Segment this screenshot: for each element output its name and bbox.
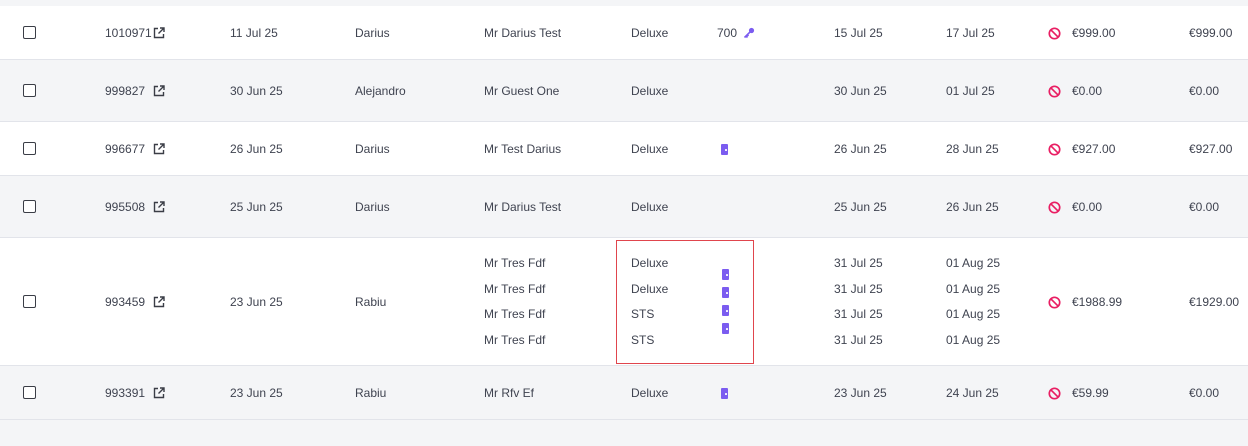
created-date: 30 Jun 25 [230,84,283,98]
guest-name: Mr Darius Test [484,26,562,40]
table-row: 993391 23 Jun 25 Rabiu Mr Rfv Ef Deluxe 23 Ju… [0,366,1248,420]
external-link-icon[interactable] [153,296,165,308]
agent-name: Darius [355,200,390,214]
room-type: Deluxe [631,142,669,156]
booking-id-link[interactable]: 1010971 [105,26,152,40]
agent-name: Alejandro [355,84,406,98]
external-link-icon[interactable] [153,387,165,399]
guest-name: Mr Tres Fdf [484,256,546,270]
booking-id-link[interactable]: 993459 [105,295,145,309]
checkbox[interactable] [23,26,36,39]
no-show-icon [1048,27,1061,40]
guest-name: Mr Darius Test [484,200,562,214]
amount-value: €59.99 [1072,386,1109,400]
booking-id-link[interactable]: 995508 [105,200,145,214]
departure-date: 24 Jun 25 [946,386,999,400]
departure-date: 01 Aug 25 [946,256,1001,270]
arrival-date: 31 Jul 25 [834,307,883,322]
no-show-icon [1048,143,1061,156]
room-type: Deluxe [631,386,669,400]
amount-value: €0.00 [1072,84,1103,98]
amount-value: €999.00 [1072,26,1116,40]
external-link-icon[interactable] [153,143,165,155]
door-icon [721,144,728,155]
arrival-date: 31 Jul 25 [834,256,883,270]
balance-value: €1929.00 [1189,295,1240,309]
no-show-icon [1048,85,1061,98]
room-number: 700 [717,26,738,40]
departure-date: 17 Jul 25 [946,26,995,40]
created-date: 11 Jul 25 [230,26,278,40]
no-show-icon [1048,201,1061,214]
departure-date: 01 Aug 25 [946,307,1001,322]
checkbox[interactable] [23,295,36,308]
created-date: 25 Jun 25 [230,200,283,214]
guest-name: Mr Tres Fdf [484,307,546,322]
guest-name: Mr Rfv Ef [484,386,534,400]
checkbox[interactable] [23,200,36,213]
arrival-date: 15 Jul 25 [834,26,883,40]
booking-id-link[interactable]: 993391 [105,386,145,400]
created-date: 23 Jun 25 [230,295,283,309]
agent-name: Rabiu [355,386,387,400]
table-row: 999827 30 Jun 25 Alejandro Mr Guest One Delu… [0,60,1248,122]
balance-value: €0.00 [1189,386,1220,400]
checkbox[interactable] [23,386,36,399]
created-date: 23 Jun 25 [230,386,283,400]
guest-name: Mr Tres Fdf [484,281,546,296]
rooms-highlight-box [616,240,754,364]
key-icon [743,27,755,39]
external-link-icon[interactable] [153,27,165,39]
checkbox[interactable] [23,84,36,97]
arrival-date: 26 Jun 25 [834,142,887,156]
amount-value: €927.00 [1072,142,1116,156]
checkbox[interactable] [23,142,36,155]
agent-name: Darius [355,142,390,156]
room-type: Deluxe [631,84,669,98]
arrival-date: 23 Jun 25 [834,386,887,400]
no-show-icon [1048,387,1061,400]
arrival-date: 31 Jul 25 [834,281,883,296]
booking-id-link[interactable]: 996677 [105,142,145,156]
guest-name: Mr Test Darius [484,142,562,156]
balance-value: €999.00 [1189,26,1233,40]
agent-name: Darius [355,26,390,40]
booking-id-link[interactable]: 999827 [105,84,145,98]
created-date: 26 Jun 25 [230,142,283,156]
guest-name: Mr Tres Fdf [484,332,546,347]
departure-date: 01 Jul 25 [946,84,995,98]
external-link-icon[interactable] [153,85,165,97]
arrival-date: 30 Jun 25 [834,84,887,98]
table-footer [0,420,1248,446]
table-row: 1010971 11 Jul 25 Darius Mr Darius Test Delu… [0,6,1248,60]
guest-name: Mr Guest One [484,84,560,98]
no-show-icon [1048,296,1061,309]
amount-value: €1988.99 [1072,295,1123,309]
balance-value: €0.00 [1189,84,1220,98]
departure-date: 28 Jun 25 [946,142,999,156]
amount-value: €0.00 [1072,200,1103,214]
room-type: Deluxe [631,26,669,40]
balance-value: €0.00 [1189,200,1220,214]
door-icon [721,388,728,399]
external-link-icon[interactable] [153,201,165,213]
agent-name: Rabiu [355,295,387,309]
room-type: Deluxe [631,200,669,214]
table-row: 996677 26 Jun 25 Darius Mr Test Darius Delux… [0,122,1248,176]
table-row: 995508 25 Jun 25 Darius Mr Darius Test Delux… [0,176,1248,238]
arrival-date: 25 Jun 25 [834,200,887,214]
arrival-date: 31 Jul 25 [834,332,883,347]
departure-date: 01 Aug 25 [946,332,1001,347]
departure-date: 26 Jun 25 [946,200,999,214]
departure-date: 01 Aug 25 [946,281,1001,296]
balance-value: €927.00 [1189,142,1233,156]
